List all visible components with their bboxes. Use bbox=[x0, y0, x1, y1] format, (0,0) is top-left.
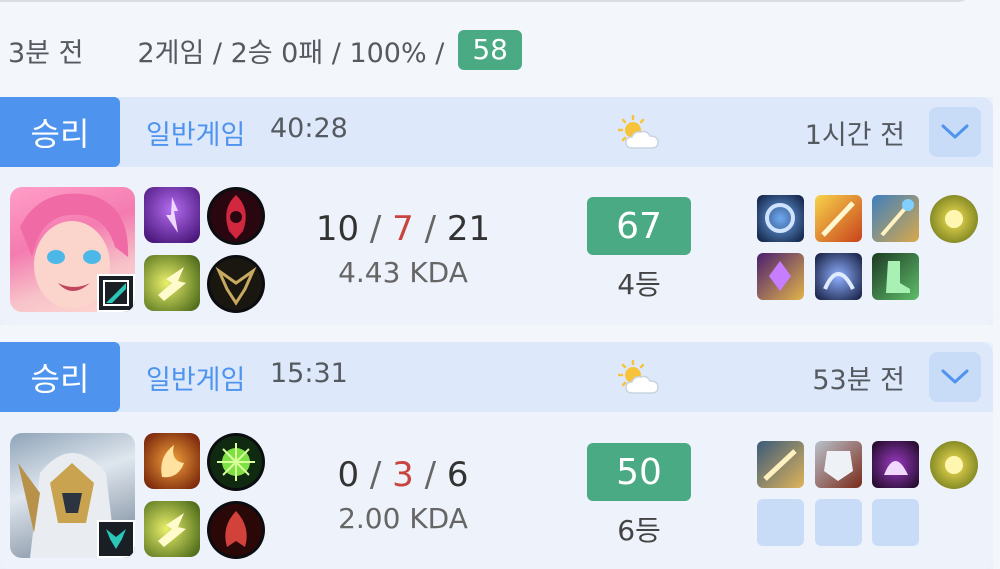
result-badge: 승리 bbox=[0, 97, 120, 167]
kda-ratio: 2.00 KDA bbox=[338, 502, 468, 535]
position-icon bbox=[97, 520, 135, 558]
partly-cloudy-icon bbox=[618, 360, 659, 394]
game-mode: 일반게임 bbox=[146, 120, 246, 151]
match-card[interactable]: 승리 일반게임 15:31 53분 전 0 / 3 / 6 2.00 KDA 5… bbox=[0, 342, 993, 569]
ward-totem-icon[interactable] bbox=[930, 441, 978, 489]
position-icon bbox=[97, 274, 135, 312]
match-body: 0 / 3 / 6 2.00 KDA 50 6등 bbox=[0, 412, 993, 569]
kda-line: 10 / 7 / 21 bbox=[315, 209, 491, 249]
match-header: 승리 일반게임 40:28 1시간 전 bbox=[0, 97, 993, 167]
game-duration: 40:28 bbox=[270, 113, 348, 144]
game-duration: 15:31 bbox=[270, 358, 348, 389]
kda-ratio: 4.43 KDA bbox=[338, 256, 468, 289]
summary-score-badge: 58 bbox=[458, 30, 522, 70]
match-body: 10 / 7 / 21 4.43 KDA 67 4등 bbox=[0, 167, 993, 325]
game-mode: 일반게임 bbox=[146, 365, 246, 396]
empty-item-slot bbox=[872, 499, 919, 546]
time-ago: 53분 전 bbox=[812, 365, 905, 396]
secondary-rune-icon[interactable] bbox=[207, 255, 265, 313]
champion-portrait-icon[interactable] bbox=[10, 187, 135, 312]
empty-item-slot bbox=[815, 499, 862, 546]
deaths: 7 bbox=[392, 209, 414, 249]
item-boots-icon[interactable] bbox=[872, 253, 919, 300]
assists: 6 bbox=[446, 455, 469, 495]
chevron-down-icon bbox=[941, 369, 969, 384]
spell-icon[interactable] bbox=[144, 501, 200, 557]
item-dark-helm-icon[interactable] bbox=[872, 441, 919, 488]
item-shield-blade-icon[interactable] bbox=[757, 441, 804, 488]
keystone-rune-icon[interactable] bbox=[207, 433, 265, 491]
item-rod-icon[interactable] bbox=[757, 195, 804, 242]
result-badge: 승리 bbox=[0, 342, 120, 412]
item-fire-sword-icon[interactable] bbox=[815, 195, 862, 242]
expand-button[interactable] bbox=[929, 352, 981, 402]
match-header: 승리 일반게임 15:31 53분 전 bbox=[0, 342, 993, 412]
item-plate-armor-icon[interactable] bbox=[815, 441, 862, 488]
empty-item-slot bbox=[757, 499, 804, 546]
rating-badge: 50 bbox=[587, 443, 691, 501]
secondary-rune-icon[interactable] bbox=[207, 501, 265, 559]
item-rune-blade-icon[interactable] bbox=[815, 253, 862, 300]
keystone-rune-icon[interactable] bbox=[207, 187, 265, 245]
search-input[interactable] bbox=[0, 0, 975, 2]
expand-button[interactable] bbox=[929, 107, 981, 157]
match-card[interactable]: 승리 일반게임 40:28 1시간 전 10 / 7 / 21 4.43 KDA… bbox=[0, 97, 993, 325]
kills: 0 bbox=[337, 455, 360, 495]
kills: 10 bbox=[315, 209, 360, 249]
match-rank: 6등 bbox=[617, 514, 661, 547]
rating-badge: 67 bbox=[587, 197, 691, 255]
summary-stats: 2게임 / 2승 0패 / 100% / bbox=[137, 37, 445, 69]
recent-summary: 3분 전 2게임 / 2승 0패 / 100% / 58 bbox=[0, 22, 522, 78]
time-ago: 1시간 전 bbox=[804, 120, 905, 151]
spell-icon[interactable] bbox=[144, 255, 200, 311]
deaths: 3 bbox=[392, 455, 414, 495]
chevron-down-icon bbox=[941, 124, 969, 139]
kda-line: 0 / 3 / 6 bbox=[337, 455, 469, 495]
spell-icon[interactable] bbox=[144, 187, 200, 243]
partly-cloudy-icon bbox=[618, 115, 659, 149]
spell-icon[interactable] bbox=[144, 433, 200, 489]
assists: 21 bbox=[446, 209, 491, 249]
ward-totem-icon[interactable] bbox=[930, 195, 978, 243]
champion-portrait-icon[interactable] bbox=[10, 433, 135, 558]
item-amulet-icon[interactable] bbox=[757, 253, 804, 300]
item-staff-icon[interactable] bbox=[872, 195, 919, 242]
summary-time: 3분 전 bbox=[8, 37, 84, 69]
match-rank: 4등 bbox=[617, 268, 661, 301]
